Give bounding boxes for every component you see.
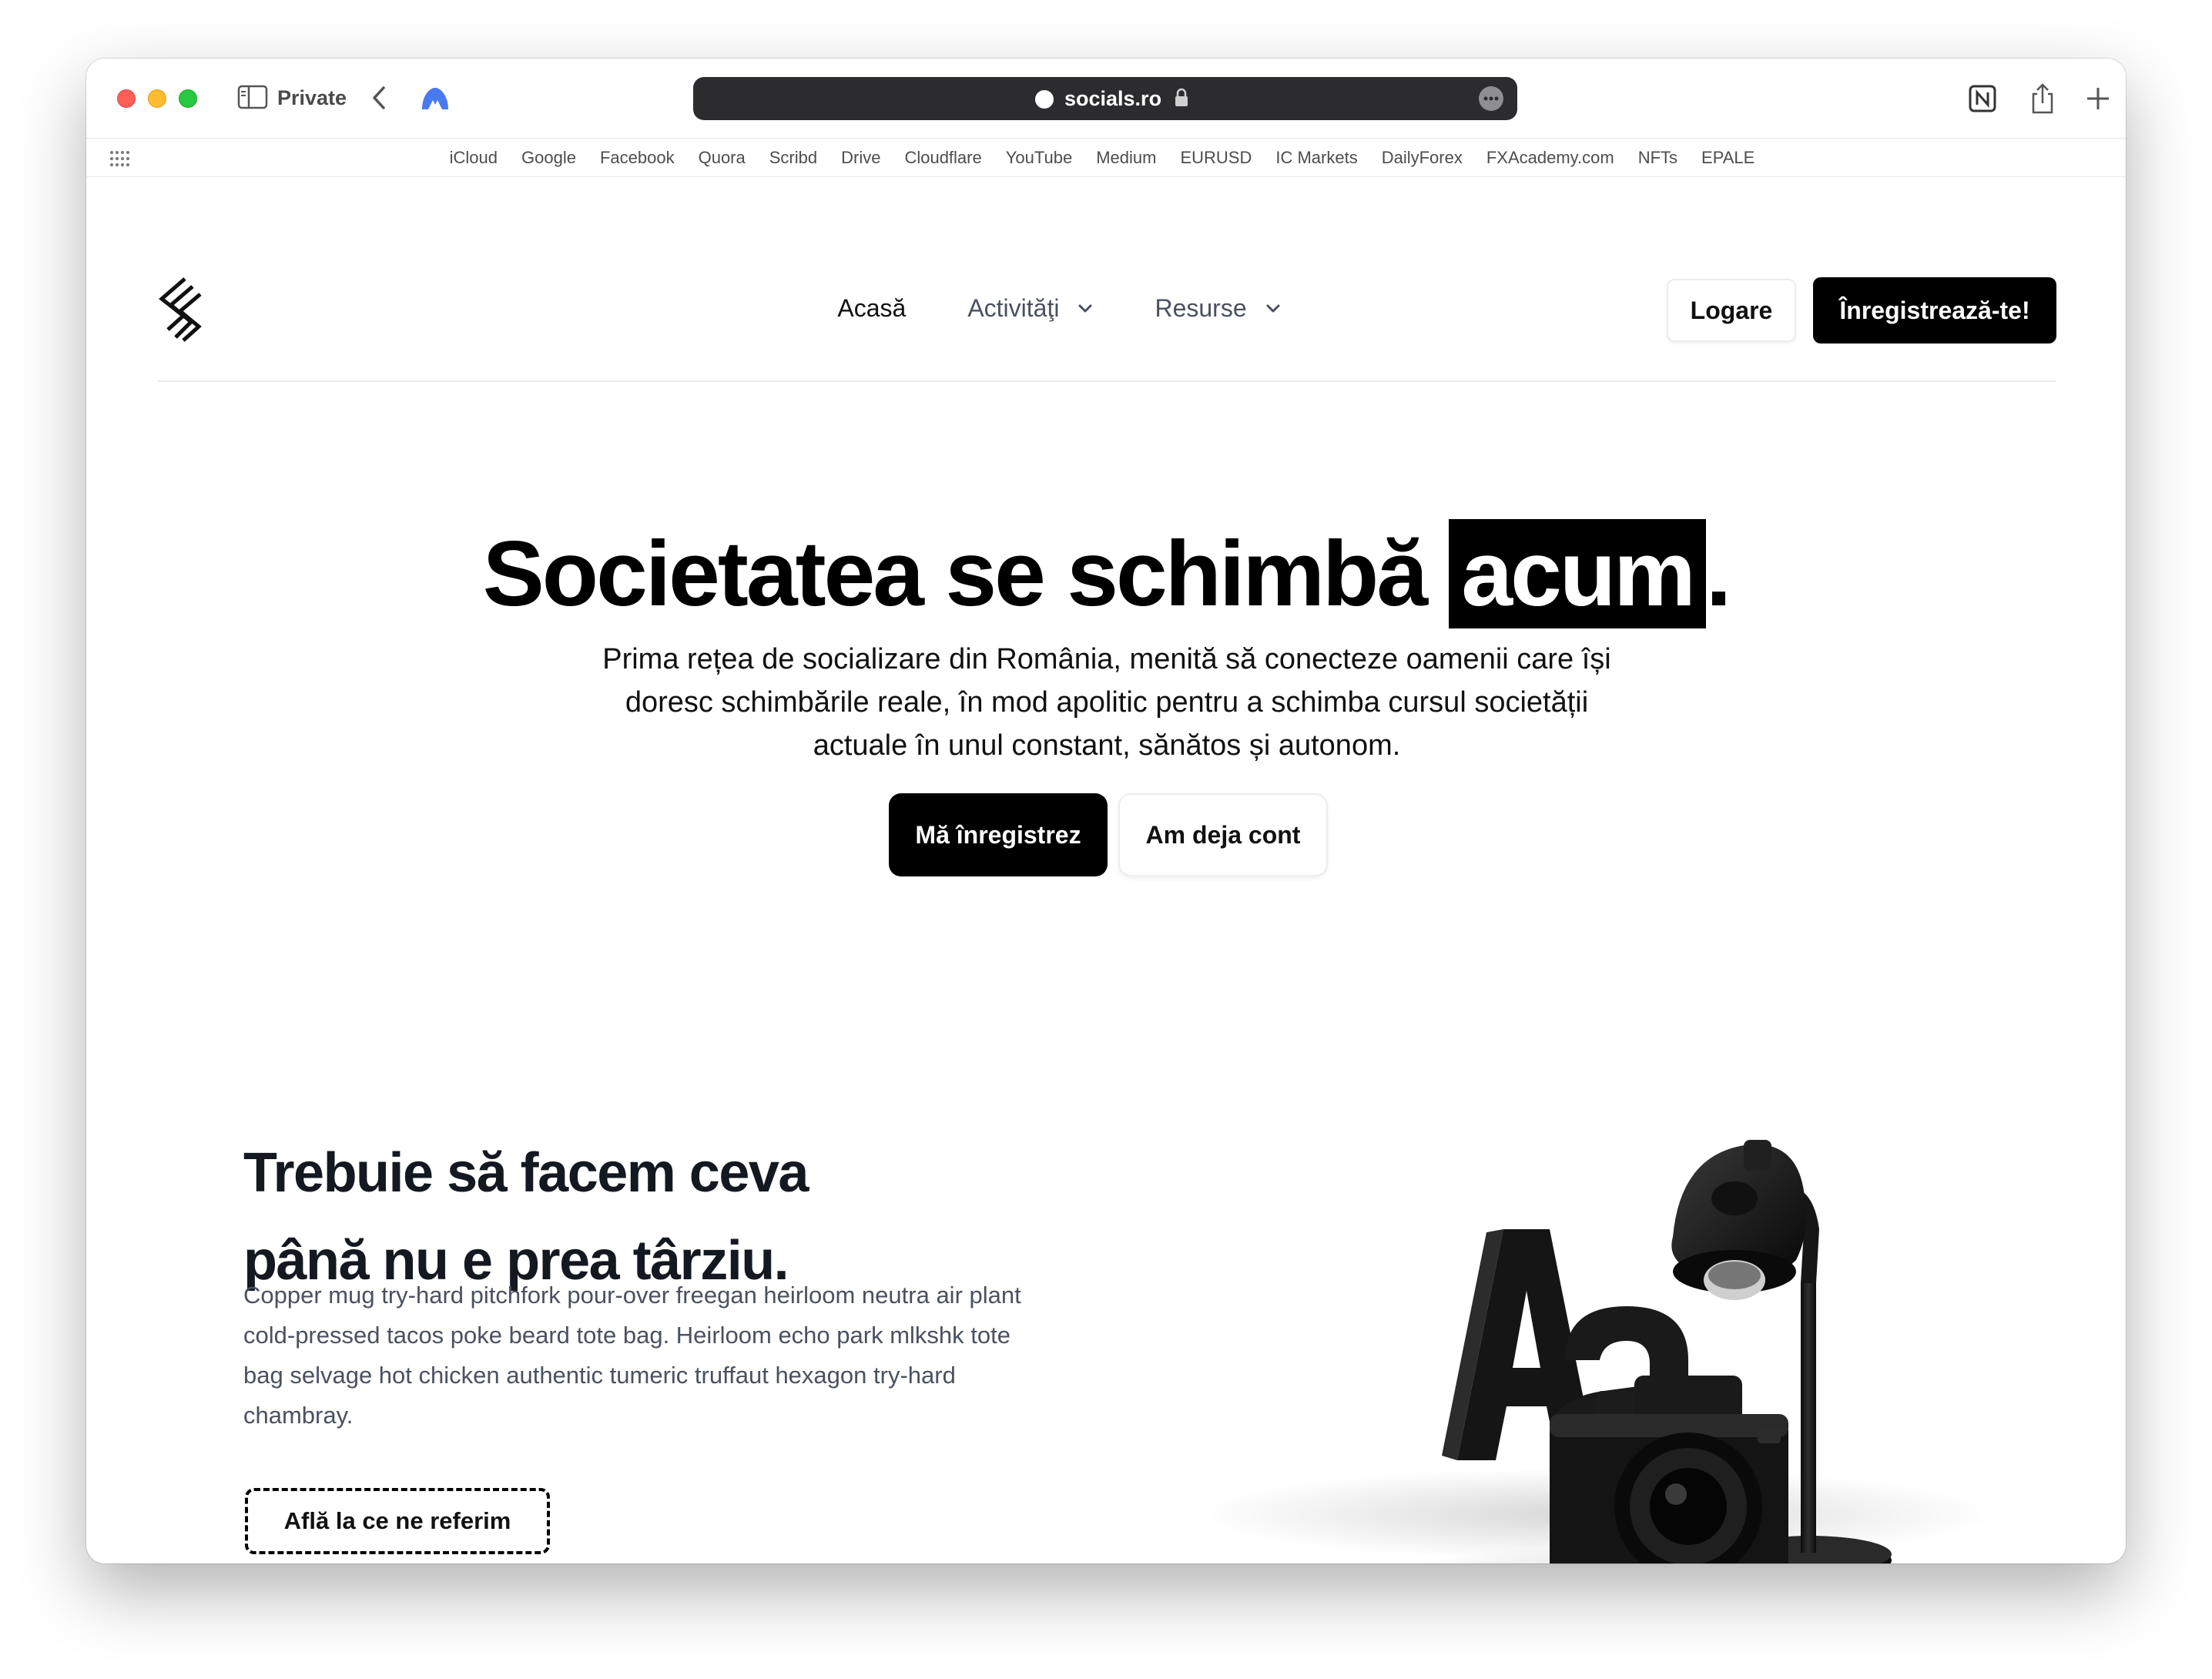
favorite-link[interactable]: Drive bbox=[841, 148, 880, 168]
lock-icon bbox=[1175, 88, 1188, 106]
favorite-link[interactable]: Facebook bbox=[600, 148, 675, 168]
favorites-list: iCloud Google Facebook Quora Scribd Driv… bbox=[86, 148, 2126, 168]
favorites-bar: iCloud Google Facebook Quora Scribd Driv… bbox=[86, 139, 2126, 177]
login-button[interactable]: Logare bbox=[1667, 279, 1796, 342]
chevron-down-icon bbox=[1078, 304, 1092, 312]
hero-title-end: . bbox=[1705, 522, 1731, 625]
nav-activities-label: Activităţi bbox=[967, 294, 1060, 322]
register-button[interactable]: Înregistrează-te! bbox=[1813, 277, 2056, 344]
have-account-button[interactable]: Am deja cont bbox=[1118, 793, 1328, 876]
favorite-link[interactable]: Medium bbox=[1096, 148, 1156, 168]
favorite-link[interactable]: DailyForex bbox=[1382, 148, 1463, 168]
address-bar[interactable]: socials.ro bbox=[693, 77, 1517, 120]
vpn-extension-icon[interactable] bbox=[419, 85, 451, 112]
notion-extension-icon[interactable] bbox=[1967, 82, 1998, 116]
hero-title-main: Societatea se schimbă bbox=[482, 522, 1450, 625]
hero-title-highlight: acum bbox=[1449, 519, 1706, 628]
favorite-link[interactable]: YouTube bbox=[1006, 148, 1072, 168]
favorite-link[interactable]: FXAcademy.com bbox=[1486, 148, 1614, 168]
minimize-window-button[interactable] bbox=[148, 89, 166, 108]
signup-button[interactable]: Mă înregistrez bbox=[889, 793, 1108, 876]
favorite-link[interactable]: Scribd bbox=[769, 148, 817, 168]
desk-illustration bbox=[1195, 1140, 1996, 1563]
nav-home[interactable]: Acasă bbox=[837, 294, 906, 323]
site-header: Acasă Activităţi Resurse Logare Înregist… bbox=[157, 177, 2056, 382]
sidebar-toggle-icon[interactable] bbox=[237, 85, 268, 109]
section-title-line1: Trebuie să facem ceva bbox=[243, 1142, 809, 1204]
nav-resources-label: Resurse bbox=[1155, 294, 1247, 322]
back-arrow-icon[interactable] bbox=[367, 83, 391, 112]
close-window-button[interactable] bbox=[117, 89, 136, 108]
favorite-link[interactable]: Google bbox=[521, 148, 576, 168]
favorite-link[interactable]: IC Markets bbox=[1275, 148, 1357, 168]
nav-activities[interactable]: Activităţi bbox=[967, 294, 1093, 323]
browser-window: Private socials.ro iCloud Google Faceboo… bbox=[86, 59, 2126, 1563]
favorite-link[interactable]: Cloudflare bbox=[904, 148, 981, 168]
learn-more-button[interactable]: Află la ce ne referim bbox=[245, 1488, 550, 1554]
hero-subtitle: Prima rețea de socializare din România, … bbox=[602, 643, 1611, 762]
url-text: socials.ro bbox=[1064, 87, 1162, 110]
favorite-link[interactable]: NFTs bbox=[1638, 148, 1677, 168]
page-menu-icon[interactable] bbox=[1479, 86, 1503, 111]
favorite-link[interactable]: EURUSD bbox=[1180, 148, 1252, 168]
favorite-link[interactable]: EPALE bbox=[1701, 148, 1755, 168]
section-body: Copper mug try-hard pitchfork pour-over … bbox=[243, 1282, 1021, 1429]
favorite-link[interactable]: iCloud bbox=[450, 148, 498, 168]
hero-title: Societatea se schimbă acum. bbox=[86, 508, 2126, 639]
share-icon[interactable] bbox=[2027, 82, 2058, 116]
nav-home-label: Acasă bbox=[837, 294, 907, 322]
new-tab-icon[interactable] bbox=[2083, 82, 2113, 116]
private-label: Private bbox=[277, 86, 347, 109]
favorite-link[interactable]: Quora bbox=[699, 148, 746, 168]
nav-resources[interactable]: Resurse bbox=[1155, 294, 1280, 323]
chevron-down-icon bbox=[1266, 304, 1280, 312]
site-favicon-icon bbox=[1034, 89, 1055, 110]
zoom-window-button[interactable] bbox=[179, 89, 197, 108]
browser-toolbar: Private socials.ro bbox=[86, 59, 2126, 139]
